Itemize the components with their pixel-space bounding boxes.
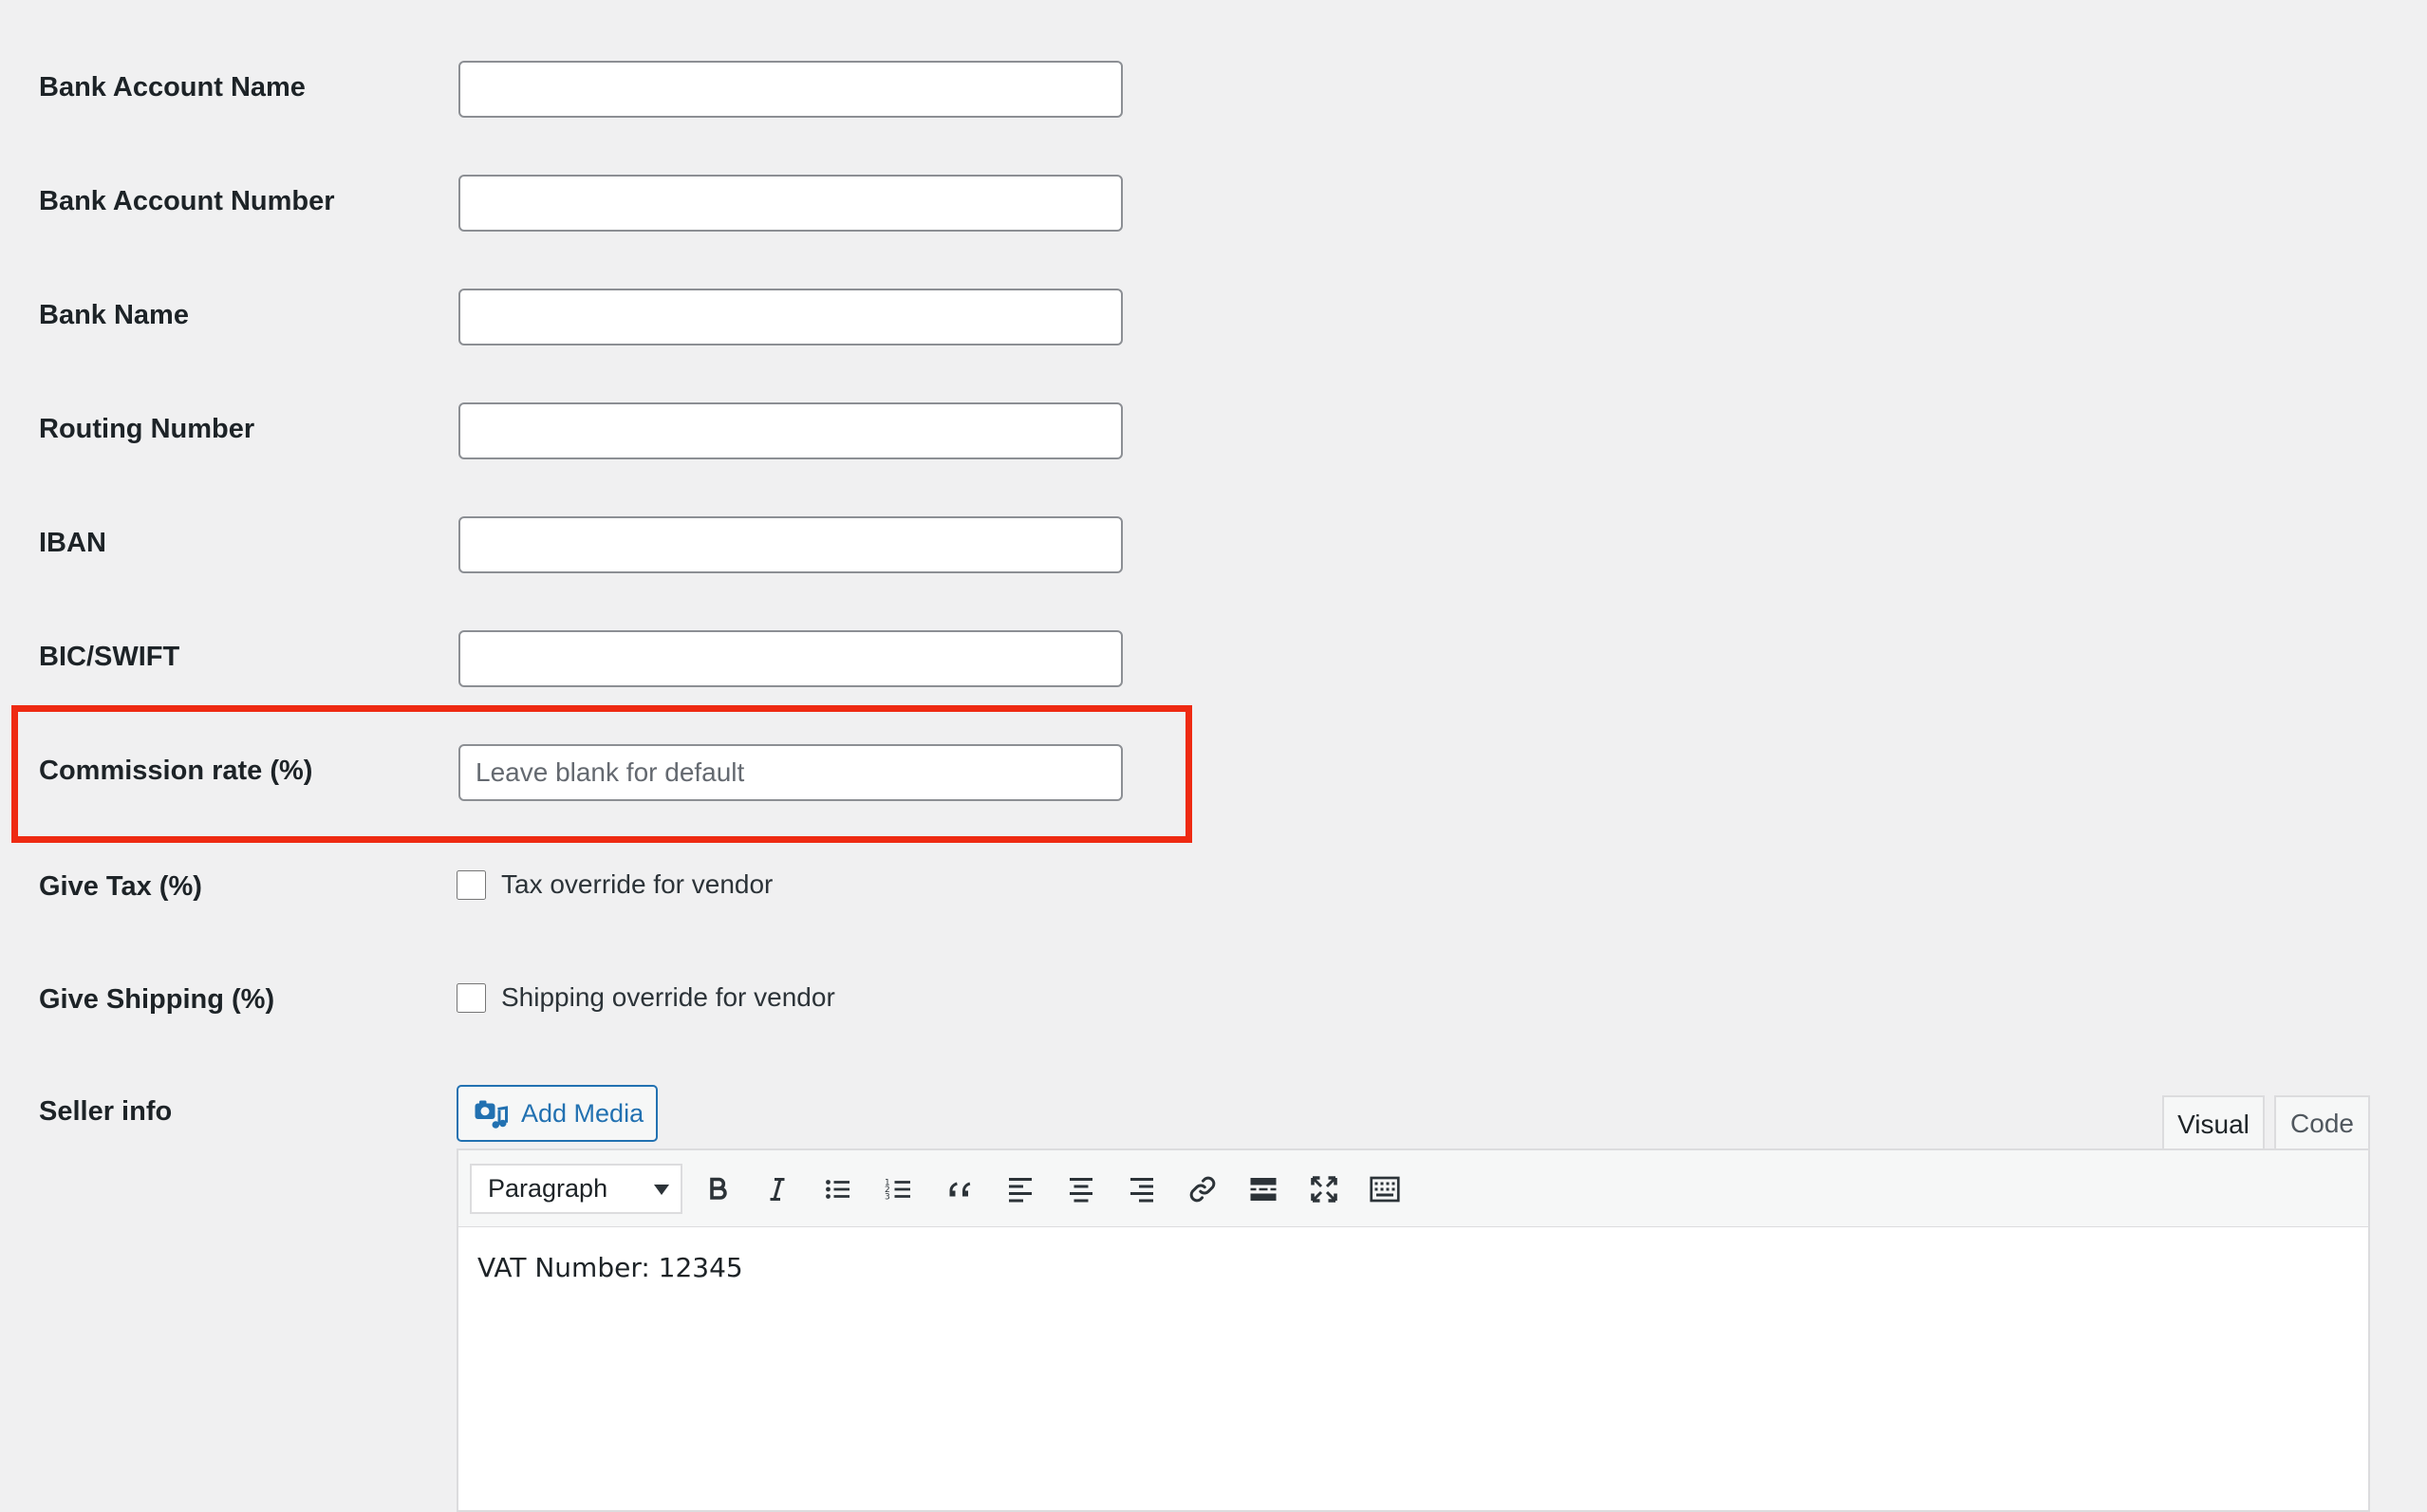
field-bic-swift: BIC/SWIFT: [0, 630, 1234, 687]
editor-content[interactable]: VAT Number: 12345: [477, 1252, 743, 1283]
bank-account-number-input[interactable]: [458, 175, 1123, 232]
bulleted-list-button[interactable]: [816, 1167, 860, 1211]
align-left-icon: [1009, 1178, 1032, 1203]
align-center-icon: [1070, 1178, 1092, 1203]
toolbar-toggle-button[interactable]: [1363, 1167, 1407, 1211]
align-right-button[interactable]: [1120, 1167, 1164, 1211]
field-iban: IBAN: [0, 516, 1234, 573]
bold-button[interactable]: [696, 1167, 739, 1211]
field-bank-account-name: Bank Account Name: [0, 61, 1234, 118]
routing-number-label: Routing Number: [39, 414, 255, 444]
blockquote-button[interactable]: [938, 1167, 981, 1211]
tax-override-label: Tax override for vendor: [501, 869, 774, 899]
align-right-icon: [1130, 1178, 1153, 1203]
shipping-override-checkbox[interactable]: [457, 982, 486, 1013]
iban-input[interactable]: [458, 516, 1123, 573]
fullscreen-icon: [1311, 1176, 1337, 1203]
format-select[interactable]: Paragraph: [470, 1164, 682, 1214]
add-media-label: Add Media: [521, 1098, 644, 1128]
fullscreen-button[interactable]: [1302, 1167, 1346, 1211]
bic-swift-label: BIC/SWIFT: [39, 642, 180, 672]
commission-rate-input[interactable]: [458, 744, 1123, 801]
numbered-list-button[interactable]: 1 2 3: [877, 1167, 921, 1211]
field-commission-rate: Commission rate (%): [0, 744, 1234, 801]
bold-icon: [710, 1177, 727, 1200]
tab-code[interactable]: Code: [2274, 1095, 2370, 1149]
numbered-list-icon: 1 2 3: [885, 1179, 910, 1203]
tax-override-checkbox[interactable]: [457, 869, 486, 900]
tab-visual[interactable]: Visual: [2162, 1095, 2265, 1151]
align-center-button[interactable]: [1059, 1167, 1103, 1211]
tab-code-label: Code: [2290, 1108, 2354, 1138]
editor-toolbar: Paragraph 1 2 3: [457, 1148, 2370, 1229]
field-give-tax: Give Tax (%) Tax override for vendor: [0, 869, 1234, 907]
seller-info-editor[interactable]: VAT Number: 12345: [457, 1227, 2370, 1512]
bank-name-label: Bank Name: [39, 300, 189, 330]
blockquote-icon: [949, 1182, 971, 1197]
field-routing-number: Routing Number: [0, 402, 1234, 459]
toolbar-toggle-icon: [1370, 1176, 1400, 1203]
shipping-override-option[interactable]: Shipping override for vendor: [457, 982, 835, 1013]
italic-button[interactable]: [756, 1167, 799, 1211]
commission-rate-label: Commission rate (%): [39, 756, 313, 786]
svg-text:3: 3: [885, 1193, 890, 1203]
bank-name-input[interactable]: [458, 289, 1123, 345]
media-icon: [475, 1100, 508, 1129]
add-media-button[interactable]: Add Media: [457, 1085, 658, 1142]
shipping-override-label: Shipping override for vendor: [501, 982, 835, 1012]
bulleted-list-icon: [826, 1180, 849, 1199]
tab-visual-label: Visual: [2177, 1109, 2250, 1139]
chevron-down-icon: [654, 1185, 669, 1195]
align-left-button[interactable]: [999, 1167, 1042, 1211]
give-shipping-label: Give Shipping (%): [39, 984, 275, 1015]
field-bank-account-number: Bank Account Number: [0, 175, 1234, 232]
bank-account-name-label: Bank Account Name: [39, 72, 306, 103]
bank-account-number-label: Bank Account Number: [39, 186, 335, 216]
format-select-value: Paragraph: [488, 1174, 608, 1203]
bic-swift-input[interactable]: [458, 630, 1123, 687]
field-give-shipping: Give Shipping (%) Shipping override for …: [0, 982, 1234, 1020]
field-bank-name: Bank Name: [0, 289, 1234, 345]
bank-account-name-input[interactable]: [458, 61, 1123, 118]
link-button[interactable]: [1181, 1167, 1224, 1211]
italic-icon: [770, 1178, 785, 1201]
read-more-button[interactable]: [1242, 1167, 1285, 1211]
routing-number-input[interactable]: [458, 402, 1123, 459]
seller-info-label: Seller info: [39, 1096, 173, 1127]
read-more-icon: [1250, 1178, 1277, 1201]
tax-override-option[interactable]: Tax override for vendor: [457, 869, 773, 900]
link-icon: [1189, 1176, 1216, 1203]
give-tax-label: Give Tax (%): [39, 871, 202, 902]
iban-label: IBAN: [39, 528, 106, 558]
